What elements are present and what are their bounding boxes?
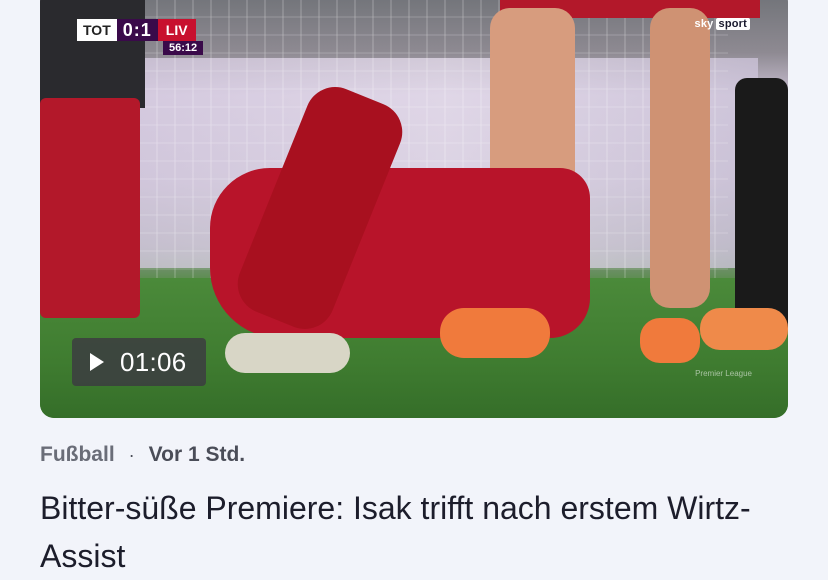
- broadcaster-logo: sky sport: [695, 18, 750, 30]
- article-headline[interactable]: Bitter-süße Premiere: Isak trifft nach e…: [40, 484, 800, 580]
- player-left-legs: [40, 98, 140, 318]
- video-duration: 01:06: [120, 346, 187, 377]
- away-team: LIV: [157, 19, 196, 41]
- referee-leg: [735, 78, 788, 338]
- league-watermark: Premier League: [695, 369, 752, 378]
- boot-orange-2: [640, 318, 700, 363]
- match-clock: 56:12: [163, 41, 204, 55]
- player-left: [40, 0, 145, 108]
- boot-orange-3: [700, 308, 788, 350]
- separator: ·: [128, 444, 135, 465]
- player-right-leg-2: [650, 8, 710, 308]
- play-icon: [90, 353, 104, 371]
- scoreboard: TOT 0:1 LIV 56:12: [77, 19, 204, 55]
- boot-white: [225, 333, 350, 373]
- boot-orange-1: [440, 308, 550, 358]
- home-team: TOT: [77, 19, 117, 41]
- article-meta: Fußball · Vor 1 Std.: [40, 443, 245, 467]
- published-time: Vor 1 Std.: [148, 443, 246, 466]
- score: 0:1: [116, 19, 158, 41]
- category-link[interactable]: Fußball: [40, 443, 115, 467]
- play-button[interactable]: 01:06: [72, 338, 206, 386]
